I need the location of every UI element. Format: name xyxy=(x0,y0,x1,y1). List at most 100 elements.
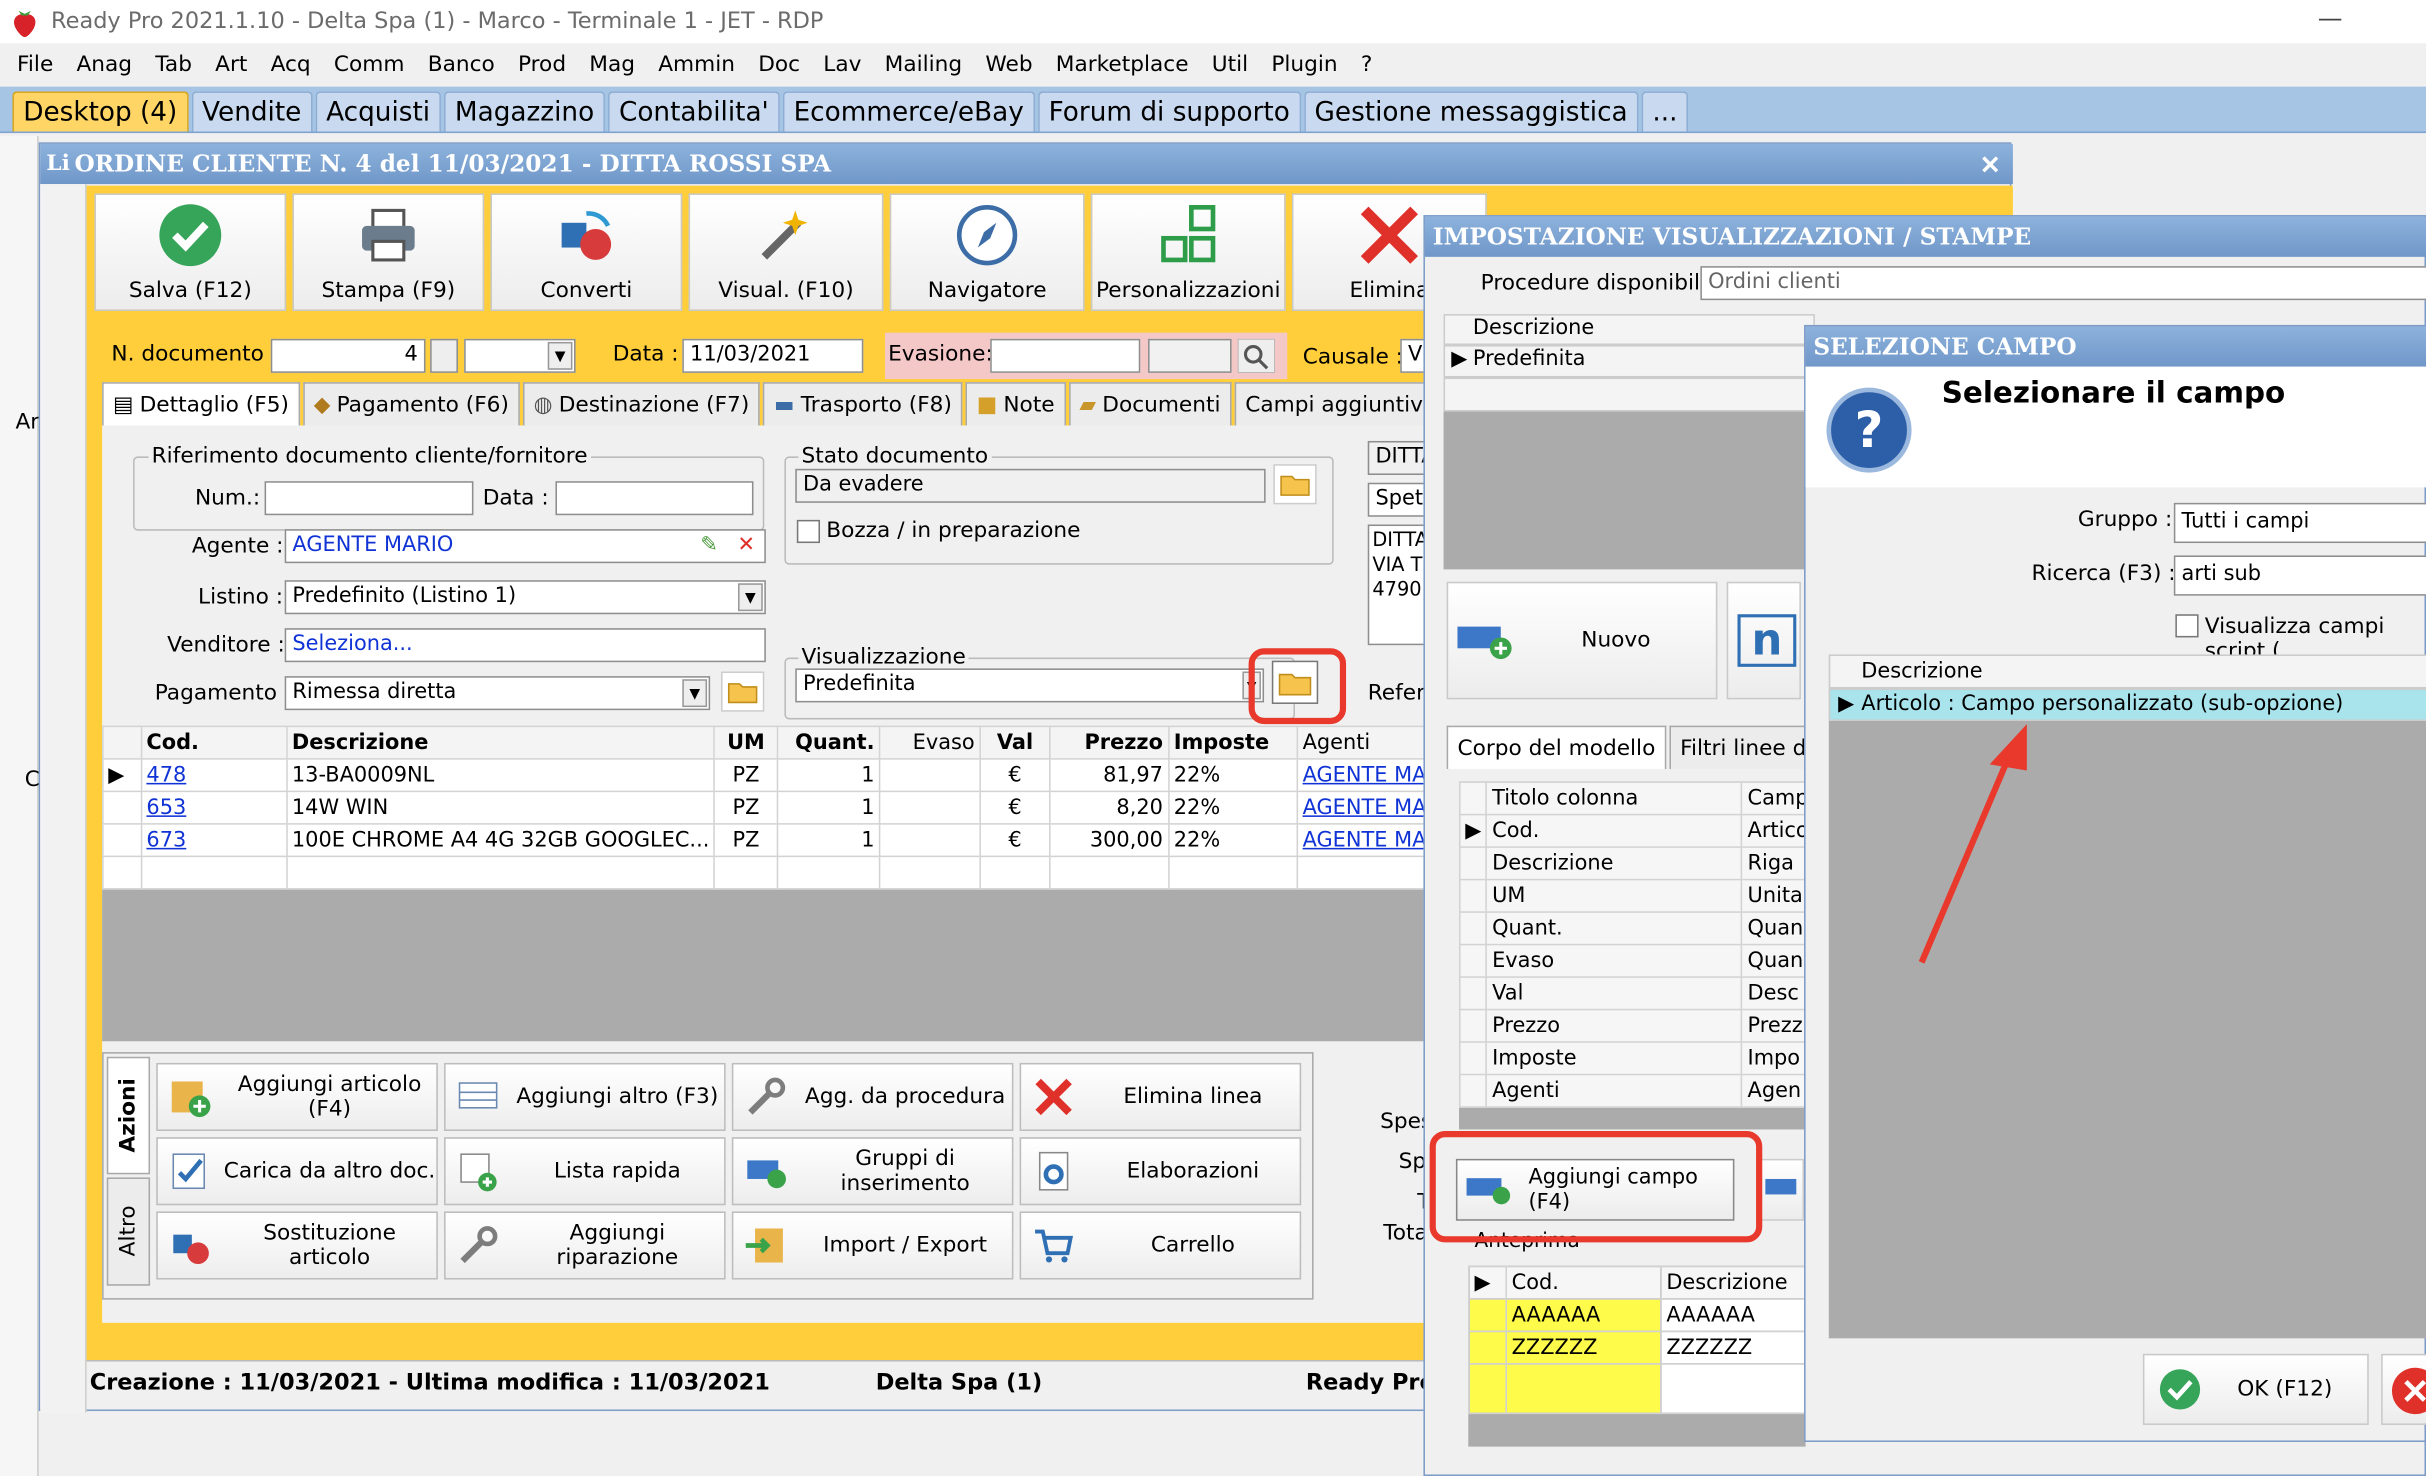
ricerca-input[interactable]: arti sub xyxy=(2173,555,2426,596)
list-item[interactable]: ▶ Predefinita xyxy=(1443,345,1815,378)
table-row-empty[interactable] xyxy=(102,855,1433,890)
tab-messaggistica[interactable]: Gestione messaggistica xyxy=(1303,91,1639,132)
clear-icon[interactable]: ✕ xyxy=(738,532,756,557)
ndoc-suffix-select[interactable]: ▼ xyxy=(464,338,576,373)
menu-item[interactable]: Comm xyxy=(334,53,405,78)
navigator-button[interactable]: Navigatore xyxy=(889,193,1085,311)
data2-field[interactable] xyxy=(555,481,754,516)
col-header[interactable]: Prezzo xyxy=(1049,725,1170,760)
table-row[interactable]: 673 100E CHROME A4 4G 32GB GOOGLEC... PZ… xyxy=(102,823,1433,858)
close-icon[interactable]: ✕ xyxy=(1980,149,2001,178)
evasione-field[interactable] xyxy=(990,338,1141,373)
table-row[interactable]: Prezzo Prezz xyxy=(1458,1008,1815,1043)
menu-item[interactable]: Mailing xyxy=(885,53,963,78)
agente-link[interactable]: AGENTE MA xyxy=(1303,763,1427,788)
tab-azioni[interactable]: Azioni xyxy=(106,1056,151,1175)
quick-list-button[interactable]: Lista rapida xyxy=(444,1137,726,1206)
tab-dettaglio[interactable]: ▤ Dettaglio (F5) xyxy=(102,382,300,426)
insert-groups-button[interactable]: Gruppi di inserimento xyxy=(731,1137,1014,1206)
script-checkbox[interactable] xyxy=(2175,614,2199,638)
table-row[interactable]: ▶ Cod. Artico xyxy=(1458,813,1815,848)
evasione-time-field[interactable] xyxy=(1148,338,1232,373)
table-row[interactable]: Agenti Agen xyxy=(1458,1073,1815,1108)
tab-note[interactable]: ■ Note xyxy=(965,382,1066,426)
convert-button[interactable]: Converti xyxy=(490,193,683,311)
add-from-procedure-button[interactable]: Agg. da procedura xyxy=(731,1062,1014,1132)
table-row[interactable]: Quant. Quan xyxy=(1458,911,1815,946)
tab-ecommerce[interactable]: Ecommerce/eBay xyxy=(782,91,1035,132)
col-header[interactable]: Val xyxy=(979,725,1051,760)
table-row[interactable]: Val Desc xyxy=(1458,976,1815,1011)
ok-button[interactable]: OK (F12) xyxy=(2142,1353,2369,1425)
menu-item[interactable]: ? xyxy=(1361,53,1373,78)
tab-vendite[interactable]: Vendite xyxy=(191,91,313,132)
menu-item[interactable]: Doc xyxy=(758,53,800,78)
col-header[interactable]: Agenti xyxy=(1296,725,1433,760)
menu-item[interactable]: Prod xyxy=(518,53,566,78)
table-row[interactable]: Descrizione Riga xyxy=(1458,846,1815,881)
cod-link[interactable]: 478 xyxy=(146,763,186,788)
pagamento-select[interactable]: Rimessa diretta ▼ xyxy=(284,676,711,711)
ndoc-field[interactable]: 4 xyxy=(270,338,426,373)
tab-campi-aggiuntivi[interactable]: Campi aggiuntivi xyxy=(1234,382,1440,426)
elaborations-button[interactable]: Elaborazioni xyxy=(1019,1137,1302,1206)
tab-contabilita[interactable]: Contabilita' xyxy=(608,91,780,132)
agente-link[interactable]: AGENTE MA xyxy=(1303,795,1427,820)
menu-item[interactable]: Lav xyxy=(823,53,861,78)
table-row[interactable]: ▶ 478 13-BA0009NL PZ 1 € 81,97 22% AGENT… xyxy=(102,758,1433,793)
col-header[interactable]: Imposte xyxy=(1167,725,1298,760)
menu-item[interactable]: Util xyxy=(1212,53,1248,78)
menu-item[interactable]: Ammin xyxy=(658,53,735,78)
tab-altro[interactable]: Altro xyxy=(106,1177,151,1286)
menu-item[interactable]: File xyxy=(17,53,53,78)
menu-item[interactable]: Tab xyxy=(155,53,192,78)
load-from-doc-button[interactable]: Carica da altro doc. xyxy=(156,1137,438,1206)
minimize-button[interactable]: — xyxy=(2318,3,2343,32)
ndoc-spin[interactable] xyxy=(430,338,458,373)
listino-select[interactable]: Predefinito (Listino 1) ▼ xyxy=(284,580,766,615)
menu-item[interactable]: Plugin xyxy=(1271,53,1337,78)
replace-article-button[interactable]: Sostituzione articolo xyxy=(156,1211,438,1280)
tab-pagamento[interactable]: ◆ Pagamento (F6) xyxy=(302,382,520,426)
menu-item[interactable]: Marketplace xyxy=(1056,53,1189,78)
tab-magazzino[interactable]: Magazzino xyxy=(444,91,606,132)
visual-select[interactable]: Predefinita ▼ xyxy=(795,668,1265,703)
cod-link[interactable]: 673 xyxy=(146,828,186,853)
menu-item[interactable]: Art xyxy=(215,53,247,78)
folder-button[interactable] xyxy=(1273,464,1317,505)
table-row[interactable]: AAAAAA AAAAAA xyxy=(1468,1298,1806,1333)
venditore-field[interactable]: Seleziona... xyxy=(284,628,766,663)
gruppo-select[interactable]: Tutti i campi xyxy=(2173,502,2426,544)
col-header[interactable]: Quant. xyxy=(776,725,881,760)
save-button[interactable]: Salva (F12) xyxy=(94,193,287,311)
menu-item[interactable]: Mag xyxy=(589,53,635,78)
data-field[interactable]: 11/03/2021 xyxy=(682,338,864,373)
add-repair-button[interactable]: Aggiungi riparazione xyxy=(444,1211,726,1280)
tab-desktop[interactable]: Desktop (4) xyxy=(12,91,189,132)
tab-documenti[interactable]: ▰ Documenti xyxy=(1068,382,1232,426)
customize-button[interactable]: Personalizzazioni xyxy=(1090,193,1286,311)
col-header[interactable]: Cod. xyxy=(140,725,288,760)
table-row[interactable]: Imposte Impo xyxy=(1458,1041,1815,1076)
num-field[interactable] xyxy=(264,481,474,516)
visual-button[interactable]: Visual. (F10) xyxy=(688,193,884,311)
table-row[interactable]: ZZZZZZ ZZZZZZ xyxy=(1468,1330,1806,1365)
import-export-button[interactable]: Import / Export xyxy=(731,1211,1014,1280)
search-icon[interactable] xyxy=(1237,338,1275,373)
table-row[interactable]: UM Unita xyxy=(1458,878,1815,913)
menu-item[interactable]: Anag xyxy=(76,53,132,78)
tab-corpo-modello[interactable]: Corpo del modello xyxy=(1446,725,1667,769)
print-button[interactable]: Stampa (F9) xyxy=(292,193,485,311)
tab-forum[interactable]: Forum di supporto xyxy=(1037,91,1301,132)
table-row[interactable]: 653 14W WIN PZ 1 € 8,20 22% AGENTE MA xyxy=(102,790,1433,825)
tab-acquisti[interactable]: Acquisti xyxy=(315,91,441,132)
menu-item[interactable]: Web xyxy=(985,53,1032,78)
cancel-button[interactable] xyxy=(2381,1353,2426,1425)
tab-trasporto[interactable]: ▬ Trasporto (F8) xyxy=(763,382,963,426)
menu-item[interactable]: Banco xyxy=(428,53,495,78)
col-header[interactable]: Descrizione xyxy=(285,725,716,760)
add-field-secondary-button[interactable] xyxy=(1757,1158,1805,1221)
cod-link[interactable]: 653 xyxy=(146,795,186,820)
table-row[interactable]: Evaso Quan xyxy=(1458,943,1815,978)
bozza-checkbox[interactable] xyxy=(796,519,821,544)
